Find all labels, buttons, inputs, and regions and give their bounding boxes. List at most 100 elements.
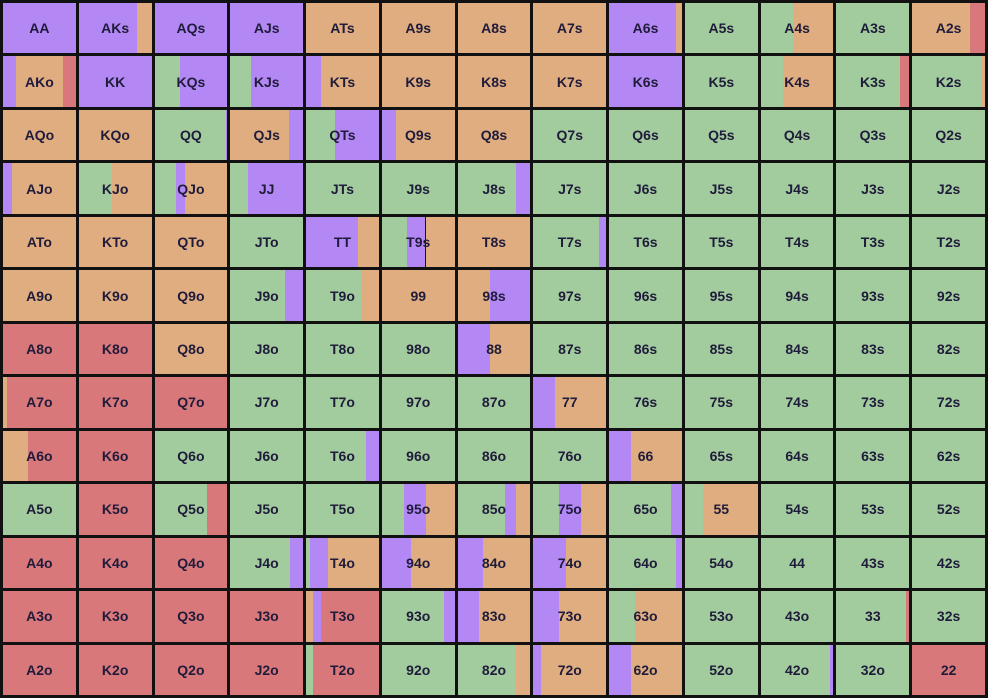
hand-cell-K9o[interactable]: K9o bbox=[78, 270, 152, 321]
hand-cell-KTs[interactable]: KTs bbox=[306, 56, 379, 107]
hand-cell-65o[interactable]: 65o bbox=[609, 484, 682, 535]
hand-cell-92s[interactable]: 92s bbox=[912, 270, 985, 321]
hand-cell-44[interactable]: 44 bbox=[760, 537, 834, 589]
hand-cell-Q8o[interactable]: Q8o bbox=[154, 323, 228, 375]
hand-cell-33[interactable]: 33 bbox=[836, 591, 910, 642]
hand-cell-T5s[interactable]: T5s bbox=[684, 216, 758, 268]
hand-cell-K9s[interactable]: K9s bbox=[381, 56, 455, 107]
hand-cell-74s[interactable]: 74s bbox=[760, 377, 834, 428]
hand-cell-J6s[interactable]: J6s bbox=[609, 163, 682, 214]
hand-cell-Q3o[interactable]: Q3o bbox=[154, 591, 228, 642]
hand-cell-Q2s[interactable]: Q2s bbox=[912, 109, 985, 161]
hand-cell-32o[interactable]: 32o bbox=[836, 644, 910, 695]
hand-cell-93o[interactable]: 93o bbox=[381, 591, 455, 642]
hand-cell-82s[interactable]: 82s bbox=[912, 323, 985, 375]
hand-cell-T2s[interactable]: T2s bbox=[912, 216, 985, 268]
hand-cell-J4o[interactable]: J4o bbox=[230, 537, 304, 589]
hand-cell-K8o[interactable]: K8o bbox=[78, 323, 152, 375]
hand-cell-A6s[interactable]: A6s bbox=[609, 3, 682, 54]
hand-cell-J5s[interactable]: J5s bbox=[684, 163, 758, 214]
hand-cell-QTo[interactable]: QTo bbox=[154, 216, 228, 268]
hand-cell-92o[interactable]: 92o bbox=[381, 644, 455, 695]
hand-cell-TT[interactable]: TT bbox=[306, 216, 379, 268]
hand-cell-95s[interactable]: 95s bbox=[684, 270, 758, 321]
hand-cell-T7s[interactable]: T7s bbox=[533, 216, 607, 268]
hand-cell-83o[interactable]: 83o bbox=[457, 591, 531, 642]
hand-cell-T6s[interactable]: T6s bbox=[609, 216, 682, 268]
hand-cell-Q5s[interactable]: Q5s bbox=[684, 109, 758, 161]
hand-cell-97o[interactable]: 97o bbox=[381, 377, 455, 428]
hand-cell-K2s[interactable]: K2s bbox=[912, 56, 985, 107]
hand-cell-A9s[interactable]: A9s bbox=[381, 3, 455, 54]
hand-cell-Q6o[interactable]: Q6o bbox=[154, 430, 228, 482]
hand-cell-Q9o[interactable]: Q9o bbox=[154, 270, 228, 321]
hand-cell-T7o[interactable]: T7o bbox=[306, 377, 379, 428]
hand-cell-A3s[interactable]: A3s bbox=[836, 3, 910, 54]
hand-cell-K6o[interactable]: K6o bbox=[78, 430, 152, 482]
hand-cell-A2o[interactable]: A2o bbox=[3, 644, 76, 695]
hand-cell-T9s[interactable]: T9s bbox=[381, 216, 455, 268]
hand-cell-73s[interactable]: 73s bbox=[836, 377, 910, 428]
hand-cell-85o[interactable]: 85o bbox=[457, 484, 531, 535]
hand-cell-JTo[interactable]: JTo bbox=[230, 216, 304, 268]
hand-cell-52o[interactable]: 52o bbox=[684, 644, 758, 695]
hand-cell-62o[interactable]: 62o bbox=[609, 644, 682, 695]
hand-cell-76o[interactable]: 76o bbox=[533, 430, 607, 482]
hand-cell-54o[interactable]: 54o bbox=[684, 537, 758, 589]
hand-cell-A4s[interactable]: A4s bbox=[760, 3, 834, 54]
hand-cell-83s[interactable]: 83s bbox=[836, 323, 910, 375]
hand-cell-KK[interactable]: KK bbox=[78, 56, 152, 107]
hand-cell-A7s[interactable]: A7s bbox=[533, 3, 607, 54]
hand-cell-52s[interactable]: 52s bbox=[912, 484, 985, 535]
hand-cell-99[interactable]: 99 bbox=[381, 270, 455, 321]
hand-cell-K4s[interactable]: K4s bbox=[760, 56, 834, 107]
hand-cell-T6o[interactable]: T6o bbox=[306, 430, 379, 482]
hand-cell-Q4o[interactable]: Q4o bbox=[154, 537, 228, 589]
hand-cell-QTs[interactable]: QTs bbox=[306, 109, 379, 161]
hand-cell-QJo[interactable]: QJo bbox=[154, 163, 228, 214]
hand-cell-AJs[interactable]: AJs bbox=[230, 3, 304, 54]
hand-cell-96o[interactable]: 96o bbox=[381, 430, 455, 482]
hand-cell-76s[interactable]: 76s bbox=[609, 377, 682, 428]
hand-cell-88[interactable]: 88 bbox=[457, 323, 531, 375]
hand-cell-J7o[interactable]: J7o bbox=[230, 377, 304, 428]
hand-cell-32s[interactable]: 32s bbox=[912, 591, 985, 642]
hand-cell-KTo[interactable]: KTo bbox=[78, 216, 152, 268]
hand-cell-JJ[interactable]: JJ bbox=[230, 163, 304, 214]
hand-cell-A3o[interactable]: A3o bbox=[3, 591, 76, 642]
hand-cell-95o[interactable]: 95o bbox=[381, 484, 455, 535]
hand-cell-K8s[interactable]: K8s bbox=[457, 56, 531, 107]
hand-cell-64s[interactable]: 64s bbox=[760, 430, 834, 482]
hand-cell-K7o[interactable]: K7o bbox=[78, 377, 152, 428]
hand-cell-A8o[interactable]: A8o bbox=[3, 323, 76, 375]
hand-cell-A8s[interactable]: A8s bbox=[457, 3, 531, 54]
hand-cell-42s[interactable]: 42s bbox=[912, 537, 985, 589]
hand-cell-AKs[interactable]: AKs bbox=[78, 3, 152, 54]
hand-cell-77[interactable]: 77 bbox=[533, 377, 607, 428]
hand-cell-J9o[interactable]: J9o bbox=[230, 270, 304, 321]
hand-cell-AQo[interactable]: AQo bbox=[3, 109, 76, 161]
hand-cell-KJs[interactable]: KJs bbox=[230, 56, 304, 107]
hand-cell-T3o[interactable]: T3o bbox=[306, 591, 379, 642]
hand-cell-Q9s[interactable]: Q9s bbox=[381, 109, 455, 161]
hand-cell-96s[interactable]: 96s bbox=[609, 270, 682, 321]
hand-cell-K3o[interactable]: K3o bbox=[78, 591, 152, 642]
hand-cell-AKo[interactable]: AKo bbox=[3, 56, 76, 107]
hand-cell-75s[interactable]: 75s bbox=[684, 377, 758, 428]
hand-cell-62s[interactable]: 62s bbox=[912, 430, 985, 482]
hand-cell-J2s[interactable]: J2s bbox=[912, 163, 985, 214]
hand-cell-J5o[interactable]: J5o bbox=[230, 484, 304, 535]
hand-cell-A5s[interactable]: A5s bbox=[684, 3, 758, 54]
hand-cell-ATs[interactable]: ATs bbox=[306, 3, 379, 54]
hand-cell-Q7o[interactable]: Q7o bbox=[154, 377, 228, 428]
hand-cell-AJo[interactable]: AJo bbox=[3, 163, 76, 214]
hand-cell-72o[interactable]: 72o bbox=[533, 644, 607, 695]
hand-cell-Q6s[interactable]: Q6s bbox=[609, 109, 682, 161]
hand-cell-J8o[interactable]: J8o bbox=[230, 323, 304, 375]
hand-cell-AQs[interactable]: AQs bbox=[154, 3, 228, 54]
hand-cell-86s[interactable]: 86s bbox=[609, 323, 682, 375]
hand-cell-K4o[interactable]: K4o bbox=[78, 537, 152, 589]
hand-cell-AA[interactable]: AA bbox=[3, 3, 76, 54]
hand-cell-T9o[interactable]: T9o bbox=[306, 270, 379, 321]
hand-cell-43s[interactable]: 43s bbox=[836, 537, 910, 589]
